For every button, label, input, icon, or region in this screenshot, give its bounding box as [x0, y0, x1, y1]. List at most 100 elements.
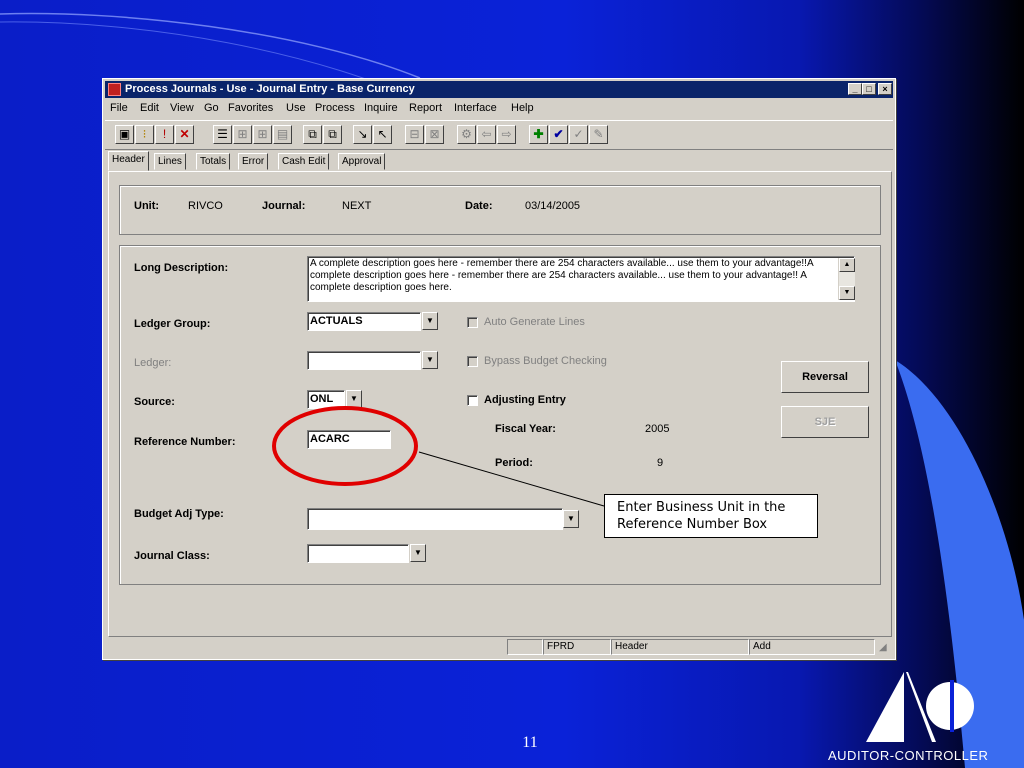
long-description-label: Long Description: [134, 262, 229, 274]
fiscal-year-value: 2005 [645, 423, 670, 435]
adjusting-entry-label: Adjusting Entry [484, 394, 566, 406]
callout-note: Enter Business Unit in the Reference Num… [604, 494, 818, 538]
back-arrow-icon[interactable]: ⇦ [477, 125, 496, 144]
journal-label: Journal: [262, 200, 306, 212]
check-icon[interactable]: ✔ [549, 125, 568, 144]
menu-process[interactable]: Process [315, 102, 355, 114]
source-dropdown-icon[interactable]: ▼ [346, 390, 362, 408]
menu-help[interactable]: Help [511, 102, 534, 114]
menu-report[interactable]: Report [409, 102, 442, 114]
add-plus-icon[interactable]: ✚ [529, 125, 548, 144]
traffic-light-alert-icon[interactable]: ! [155, 125, 174, 144]
minimize-button[interactable]: _ [848, 83, 862, 95]
reference-number-field[interactable]: ACARC [307, 430, 391, 449]
app-icon [108, 83, 121, 96]
status-cell-2: FPRD [543, 639, 611, 655]
journal-class-dropdown-icon[interactable]: ▼ [410, 544, 426, 562]
logo-text: AUDITOR-CONTROLLER [828, 748, 989, 763]
close-button[interactable]: × [878, 83, 892, 95]
ledger-group-label: Ledger Group: [134, 318, 211, 330]
paste-icon[interactable]: ⧉ [323, 125, 342, 144]
toolbar: ▣ ⁝ ! ✕ ☰ ⊞ ⊞ ▤ ⧉ ⧉ ↘ ↖ ⊟ ⊠ ⚙ ⇦ ⇨ ✚ ✔ ✓ … [105, 120, 893, 150]
menu-use[interactable]: Use [286, 102, 306, 114]
delete-x-icon[interactable]: ✕ [175, 125, 194, 144]
long-description-textarea[interactable]: A complete description goes here - remem… [307, 256, 855, 302]
header-panel: Unit: RIVCO Journal: NEXT Date: 03/14/20… [108, 171, 892, 637]
tab-strip: Header Lines Totals Error Cash Edit Appr… [105, 151, 893, 171]
bypass-budget-checking-checkbox[interactable] [467, 356, 478, 367]
tab-error[interactable]: Error [238, 153, 269, 170]
journal-class-label: Journal Class: [134, 550, 210, 562]
ledger-dropdown-icon[interactable]: ▼ [422, 351, 438, 369]
edit-icon[interactable]: ✎ [589, 125, 608, 144]
tab-totals[interactable]: Totals [196, 153, 231, 170]
tab-lines[interactable]: Lines [154, 153, 186, 170]
calc-icon[interactable]: ⊟ [405, 125, 424, 144]
menu-interface[interactable]: Interface [454, 102, 497, 114]
scroll-up-icon[interactable]: ▲ [839, 258, 855, 272]
menu-inquire[interactable]: Inquire [364, 102, 398, 114]
settings-icon[interactable]: ⚙ [457, 125, 476, 144]
delete-row-icon[interactable]: ▤ [273, 125, 292, 144]
previous-icon[interactable]: ↖ [373, 125, 392, 144]
source-field[interactable]: ONL [307, 390, 345, 409]
status-cell-4: Add [749, 639, 875, 655]
bypass-budget-checking-label: Bypass Budget Checking [484, 355, 607, 367]
tab-header[interactable]: Header [108, 151, 149, 171]
fiscal-year-label: Fiscal Year: [495, 423, 556, 435]
unit-label: Unit: [134, 200, 160, 212]
date-value: 03/14/2005 [525, 200, 581, 212]
menu-file[interactable]: File [110, 102, 128, 114]
tab-cash-edit[interactable]: Cash Edit [278, 153, 330, 170]
reversal-button[interactable]: Reversal [781, 361, 869, 393]
status-cell-3: Header [611, 639, 749, 655]
page-number: 11 [522, 734, 538, 751]
next-icon[interactable]: ↘ [353, 125, 372, 144]
unit-value: RIVCO [188, 200, 223, 212]
insert-row-icon[interactable]: ⊞ [233, 125, 252, 144]
forward-arrow-icon[interactable]: ⇨ [497, 125, 516, 144]
journal-value: NEXT [342, 200, 372, 212]
ledger-group-field[interactable]: ACTUALS [307, 312, 421, 331]
journal-class-field[interactable] [307, 544, 409, 563]
period-value: 9 [657, 457, 664, 469]
traffic-light-icon[interactable]: ⁝ [135, 125, 154, 144]
description-scrollbar[interactable]: ▲ ▼ [838, 258, 855, 300]
menu-go[interactable]: Go [204, 102, 219, 114]
menu-edit[interactable]: Edit [140, 102, 159, 114]
save-icon[interactable]: ▣ [115, 125, 134, 144]
header-group: Unit: RIVCO Journal: NEXT Date: 03/14/20… [119, 185, 881, 235]
status-bar: FPRD Header Add ◢ [105, 638, 893, 656]
menu-view[interactable]: View [170, 102, 194, 114]
resize-grip-icon[interactable]: ◢ [879, 642, 887, 653]
ledger-group-dropdown-icon[interactable]: ▼ [422, 312, 438, 330]
copy-icon[interactable]: ⧉ [303, 125, 322, 144]
menu-favorites[interactable]: Favorites [228, 102, 273, 114]
date-label: Date: [465, 200, 493, 212]
auto-generate-lines-checkbox[interactable] [467, 317, 478, 328]
list-icon[interactable]: ☰ [213, 125, 232, 144]
source-label: Source: [134, 396, 175, 408]
period-label: Period: [495, 457, 533, 469]
maximize-button[interactable]: □ [862, 83, 876, 95]
ledger-field[interactable] [307, 351, 421, 370]
check-partial-icon[interactable]: ✓ [569, 125, 588, 144]
budget-adj-type-field[interactable] [307, 508, 563, 530]
status-cell-1 [507, 639, 543, 655]
grid-icon[interactable]: ⊠ [425, 125, 444, 144]
title-bar[interactable]: Process Journals - Use - Journal Entry -… [105, 81, 893, 98]
budget-adj-type-label: Budget Adj Type: [134, 508, 224, 520]
ledger-label: Ledger: [134, 357, 172, 369]
sje-button[interactable]: SJE [781, 406, 869, 438]
auditor-controller-logo-icon [866, 672, 974, 742]
adjusting-entry-checkbox[interactable] [467, 395, 478, 406]
application-window: Process Journals - Use - Journal Entry -… [102, 78, 896, 660]
tab-approval[interactable]: Approval [338, 153, 386, 170]
scroll-down-icon[interactable]: ▼ [839, 286, 855, 300]
reference-number-label: Reference Number: [134, 436, 236, 448]
window-title: Process Journals - Use - Journal Entry -… [125, 83, 415, 95]
budget-adj-type-dropdown-icon[interactable]: ▼ [563, 510, 579, 528]
insert-row-2-icon[interactable]: ⊞ [253, 125, 272, 144]
menu-bar: File Edit View Go Favorites Use Process … [105, 100, 893, 118]
auto-generate-lines-label: Auto Generate Lines [484, 316, 585, 328]
